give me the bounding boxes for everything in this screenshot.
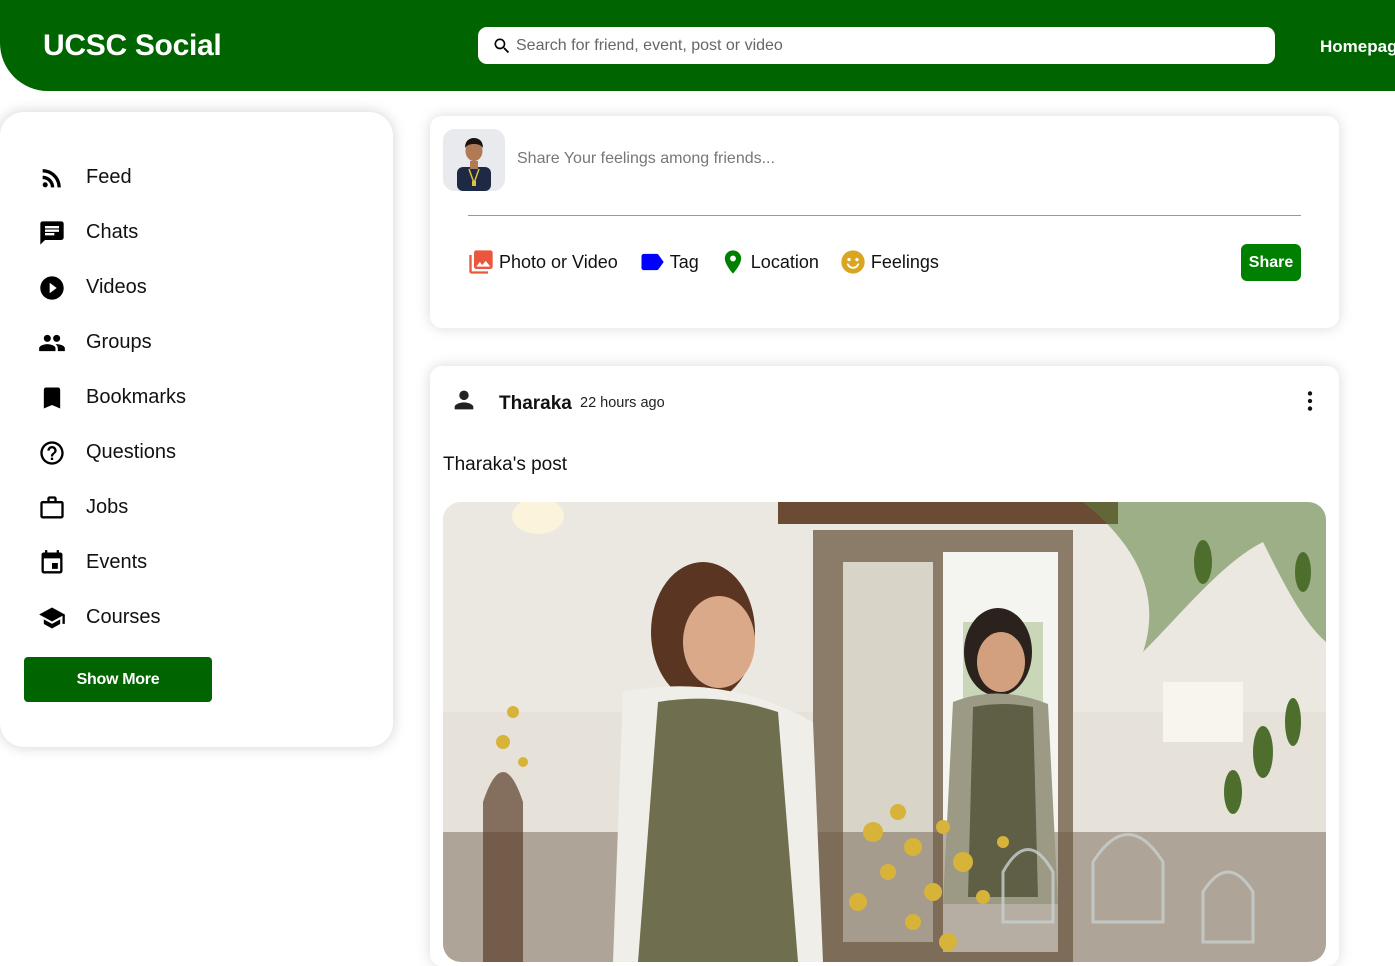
sidebar-list: Feed Chats Videos Groups Bookmarks Quest… (38, 150, 186, 645)
sidebar-item-chats[interactable]: Chats (38, 205, 186, 260)
rss-feed-icon (42, 168, 61, 187)
sidebar-item-groups[interactable]: Groups (38, 315, 186, 370)
help-circle-icon (40, 440, 64, 465)
tag-option[interactable]: Tag (638, 248, 699, 276)
divider (468, 215, 1301, 216)
bookmark-icon (43, 387, 61, 408)
sidebar-item-label: Events (86, 551, 148, 573)
photo-icon (469, 250, 493, 274)
feelings-option[interactable]: Feelings (839, 248, 939, 276)
app-logo[interactable]: UCSC Social (43, 29, 222, 63)
option-label: Location (750, 251, 819, 272)
post-image[interactable] (443, 502, 1326, 962)
group-icon (39, 334, 65, 351)
sidebar-item-label: Bookmarks (86, 386, 187, 408)
option-label: Tag (669, 251, 699, 272)
sidebar-item-label: Jobs (86, 496, 129, 518)
post-photo (443, 502, 1326, 962)
more-vert-icon[interactable] (1297, 388, 1323, 414)
top-bar: UCSC Social Homepage (0, 0, 1395, 91)
user-photo (443, 129, 505, 191)
share-button[interactable]: Share (1241, 244, 1301, 281)
post-card: Tharaka 22 hours ago Tharaka's post (430, 366, 1339, 966)
status-input[interactable] (517, 150, 1297, 168)
option-label: Photo or Video (499, 251, 618, 272)
search-bar[interactable] (478, 27, 1275, 64)
homepage-link[interactable]: Homepage (1320, 37, 1395, 57)
post-composer: Photo or Video Tag Location Feelings Sha… (430, 116, 1339, 328)
search-icon (494, 38, 510, 53)
post-author[interactable]: Tharaka (499, 393, 572, 415)
sidebar-item-label: Chats (86, 221, 139, 243)
location-pin-icon (724, 250, 741, 274)
sidebar-item-label: Courses (86, 606, 161, 628)
emoji-icon (841, 250, 865, 274)
sidebar-item-jobs[interactable]: Jobs (38, 480, 186, 535)
person-icon[interactable] (450, 386, 478, 414)
sidebar-item-questions[interactable]: Questions (38, 425, 186, 480)
sidebar-item-events[interactable]: Events (38, 535, 186, 590)
work-outline-icon (40, 495, 64, 518)
photo-video-option[interactable]: Photo or Video (467, 248, 618, 276)
sidebar-item-label: Videos (86, 276, 147, 298)
avatar[interactable] (443, 129, 505, 191)
sidebar-item-feed[interactable]: Feed (38, 150, 186, 205)
sidebar-item-label: Questions (86, 441, 177, 463)
search-input[interactable] (516, 36, 1256, 55)
label-icon (641, 253, 664, 271)
post-text: Tharaka's post (443, 454, 568, 475)
sidebar-item-label: Feed (86, 166, 132, 188)
school-icon (39, 607, 65, 628)
location-option[interactable]: Location (719, 248, 819, 276)
sidebar-item-label: Groups (86, 331, 152, 353)
sidebar-item-bookmarks[interactable]: Bookmarks (38, 370, 186, 425)
chat-icon (40, 220, 64, 245)
post-timestamp: 22 hours ago (580, 395, 665, 411)
show-more-button[interactable]: Show More (24, 657, 212, 702)
play-circle-icon (40, 275, 64, 300)
sidebar-item-courses[interactable]: Courses (38, 590, 186, 645)
sidebar: Feed Chats Videos Groups Bookmarks Quest… (0, 112, 393, 747)
event-icon (41, 549, 63, 573)
post-options: Photo or Video Tag Location Feelings (467, 248, 959, 276)
sidebar-item-videos[interactable]: Videos (38, 260, 186, 315)
option-label: Feelings (870, 251, 939, 272)
